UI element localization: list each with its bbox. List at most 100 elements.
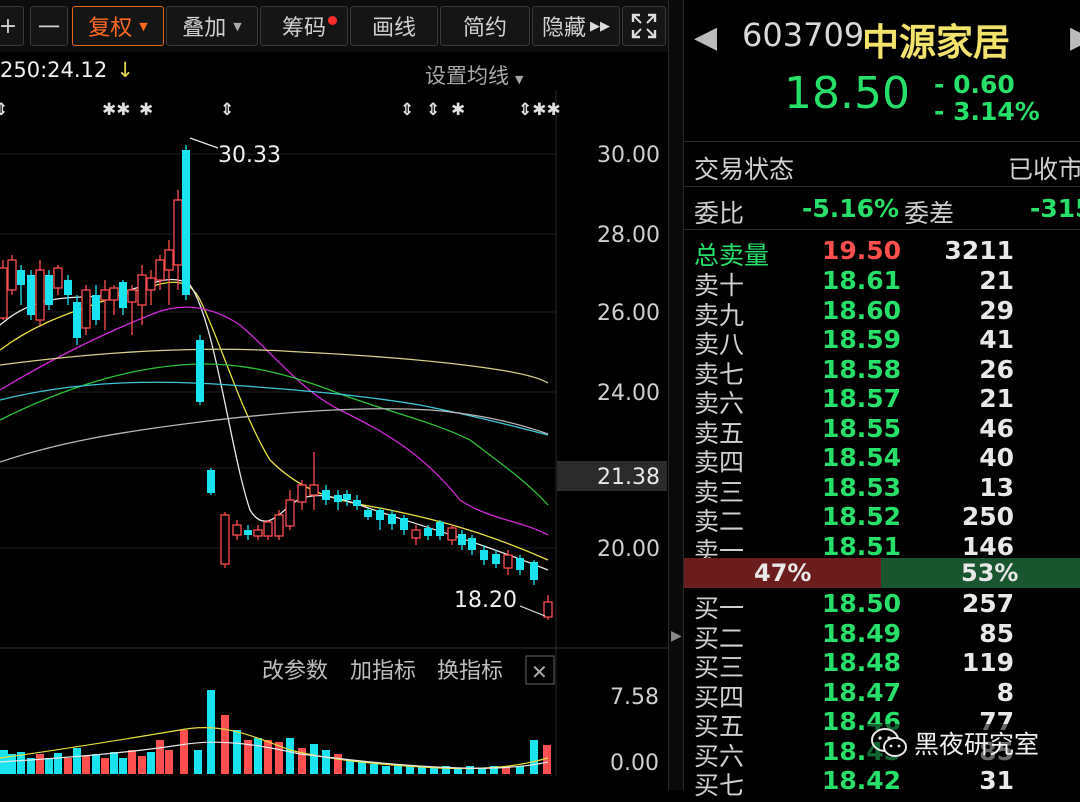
ask-row[interactable]: 卖五 18.55 46 — [684, 413, 1080, 448]
volume-bar — [530, 740, 538, 774]
price-axis: 30.00 28.00 26.00 24.00 20.00 — [597, 143, 660, 562]
change-params-button[interactable]: 改参数 — [262, 659, 328, 684]
prev-stock-icon[interactable]: ◀ — [694, 20, 717, 55]
level-name: 买七 — [694, 771, 745, 800]
ma-line-green — [0, 363, 549, 506]
candle-down — [424, 528, 432, 536]
level-volume: 146 — [961, 531, 1014, 561]
candle-down — [530, 562, 538, 580]
ask-row[interactable]: 卖二 18.52 250 — [684, 502, 1080, 536]
candle-down — [119, 282, 127, 308]
ask-row[interactable]: 卖六 18.57 21 — [684, 384, 1080, 418]
candle-down — [17, 270, 25, 285]
level-volume: 21 — [979, 266, 1014, 295]
overlay-button[interactable]: 叠加 ▼ — [166, 6, 258, 46]
sell-ratio-bar: 47% — [684, 558, 881, 588]
volume-bar — [254, 738, 262, 774]
candle-up — [7, 259, 17, 291]
level-price: 18.58 — [822, 354, 902, 384]
candle-down — [492, 554, 500, 564]
bid-row[interactable]: 买四 18.47 8 — [684, 677, 1080, 712]
weicha-value: -315 — [1030, 194, 1080, 223]
zoom-in-button[interactable]: + — [0, 6, 24, 46]
ma-line-magenta — [0, 306, 549, 536]
candle-up — [35, 269, 45, 321]
candle-down — [182, 150, 190, 295]
volume-bar — [180, 730, 188, 774]
candle-down — [376, 510, 384, 520]
candle-down — [334, 495, 342, 502]
volume-bar — [264, 740, 272, 774]
divider — [684, 229, 1080, 230]
level-volume: 21 — [979, 384, 1014, 413]
candle-down — [436, 522, 444, 536]
candles — [0, 145, 553, 620]
simple-mode-button[interactable]: 简约 — [440, 6, 530, 46]
volume-bar — [110, 752, 118, 774]
trade-status-value: 已收市 — [1008, 155, 1080, 184]
level-price: 18.55 — [822, 413, 902, 443]
candle-up — [173, 199, 183, 266]
ask-row[interactable]: 卖一 18.51 146 — [684, 531, 1080, 566]
ask-row[interactable]: 卖九 18.60 29 — [684, 296, 1080, 330]
ma250-value: 250:24.12 — [0, 58, 108, 82]
low-price-label: 18.20 — [454, 588, 517, 613]
volume-bar — [138, 756, 146, 774]
panel-splitter[interactable]: ▶ — [668, 0, 684, 790]
event-marker-icon: ⇕ — [426, 100, 440, 120]
volume-bar — [233, 730, 241, 774]
wechat-icon — [871, 728, 907, 757]
ask-row[interactable]: 卖七 18.58 26 — [684, 354, 1080, 389]
volume-bar — [165, 750, 173, 774]
ask-row[interactable]: 卖四 18.54 40 — [684, 443, 1080, 477]
candle-down — [73, 302, 81, 338]
next-stock-icon[interactable]: ▶ — [1070, 20, 1080, 55]
ask-row[interactable]: 卖八 18.59 41 — [684, 325, 1080, 359]
candle-down — [27, 275, 35, 315]
level-price: 18.49 — [822, 618, 902, 648]
draw-line-button[interactable]: 画线 — [350, 6, 438, 46]
overlay-label: 叠加 — [182, 16, 227, 41]
fuquan-button[interactable]: 复权 ▼ — [72, 6, 164, 46]
chips-label: 筹码 — [281, 16, 326, 41]
hide-panel-button[interactable]: 隐藏 ▶▶ — [532, 6, 620, 46]
add-indicator-button[interactable]: 加指标 — [350, 659, 416, 684]
close-icon: ✕ — [531, 660, 548, 684]
weicha-label: 委差 — [904, 199, 955, 228]
zoom-out-label: 一 — [37, 16, 60, 41]
fullscreen-button[interactable] — [622, 6, 666, 46]
ask-row[interactable]: 卖十 18.61 21 — [684, 266, 1080, 300]
divider — [684, 141, 1080, 142]
level-volume: 26 — [979, 354, 1014, 384]
volume-bar — [478, 768, 486, 774]
low-pointer — [519, 605, 546, 617]
bid-row[interactable]: 买七 18.42 31 — [684, 766, 1080, 800]
axis-tick-label: 7.58 — [610, 685, 659, 710]
bid-row[interactable]: 买三 18.48 119 — [684, 648, 1080, 682]
ma-line-grey — [0, 408, 549, 463]
zoom-out-button[interactable]: 一 — [30, 6, 68, 46]
level-volume: 40 — [979, 443, 1014, 472]
event-markers: ⇕ ✱✱ ✱ ⇕ ⇕ ⇕ ✱ ⇕✱✱ — [0, 100, 561, 120]
volume-bar — [119, 758, 127, 774]
caret-down-icon: ▼ — [233, 19, 242, 33]
total-sell-row: 总卖量 19.50 3211 — [684, 236, 1080, 270]
volume-bar — [194, 750, 202, 774]
bid-row[interactable]: 买二 18.49 85 — [684, 618, 1080, 653]
level-volume: 31 — [979, 766, 1014, 795]
level-volume: 41 — [979, 325, 1014, 354]
chips-button[interactable]: 筹码 — [260, 6, 348, 46]
weibi-value: -5.16% — [802, 194, 900, 223]
notification-dot-icon — [328, 16, 337, 25]
level-price: 18.47 — [822, 677, 902, 707]
current-price-tag-label: 21.38 — [597, 465, 660, 490]
volume-bar — [36, 754, 44, 774]
set-ma-button[interactable]: 设置均线 ▼ — [425, 60, 523, 90]
chart-toolbar: + 一 复权 ▼ 叠加 ▼ 筹码 画线 简约 隐藏 ▶▶ — [0, 0, 668, 52]
expand-arrow-icon[interactable]: ▶ — [671, 628, 682, 644]
switch-indicator-button[interactable]: 换指标 — [437, 659, 503, 684]
level-price: 18.59 — [822, 325, 902, 354]
bid-row[interactable]: 买一 18.50 257 — [684, 589, 1080, 623]
weibi-label: 委比 — [694, 199, 745, 228]
ask-row[interactable]: 卖三 18.53 13 — [684, 473, 1080, 507]
